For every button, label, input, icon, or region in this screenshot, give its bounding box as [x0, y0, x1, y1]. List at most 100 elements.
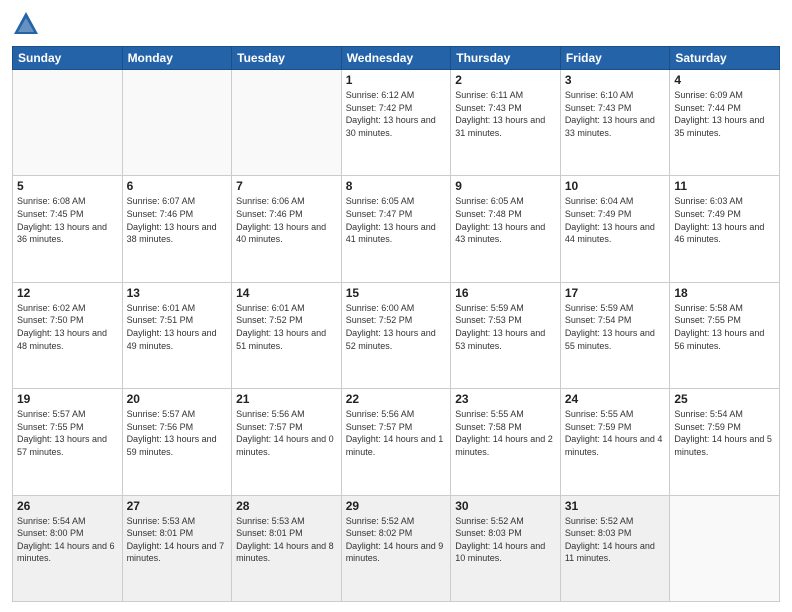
day-info: Sunrise: 5:53 AM Sunset: 8:01 PM Dayligh… — [236, 515, 337, 565]
calendar-day-cell: 8 Sunrise: 6:05 AM Sunset: 7:47 PM Daylig… — [341, 176, 451, 282]
calendar-day-cell — [122, 70, 232, 176]
day-number: 21 — [236, 392, 337, 406]
calendar-day-header: Saturday — [670, 47, 780, 70]
calendar-day-cell: 31Sunrise: 5:52 AM Sunset: 8:03 PM Dayli… — [560, 495, 670, 601]
calendar-week-row: 12Sunrise: 6:02 AM Sunset: 7:50 PM Dayli… — [13, 282, 780, 388]
day-info: Sunrise: 6:11 AM Sunset: 7:43 PM Dayligh… — [455, 89, 556, 139]
day-info: Sunrise: 6:09 AM Sunset: 7:44 PM Dayligh… — [674, 89, 775, 139]
day-info: Sunrise: 6:05 AM Sunset: 7:47 PM Dayligh… — [346, 195, 447, 245]
day-number: 27 — [127, 499, 228, 513]
calendar-day-cell: 10Sunrise: 6:04 AM Sunset: 7:49 PM Dayli… — [560, 176, 670, 282]
calendar-week-row: 1Sunrise: 6:12 AM Sunset: 7:42 PM Daylig… — [13, 70, 780, 176]
day-info: Sunrise: 6:02 AM Sunset: 7:50 PM Dayligh… — [17, 302, 118, 352]
calendar-day-cell: 2 Sunrise: 6:11 AM Sunset: 7:43 PM Daylig… — [451, 70, 561, 176]
logo-icon — [12, 10, 40, 38]
day-number: 15 — [346, 286, 447, 300]
calendar-day-cell: 15 Sunrise: 6:00 AM Sunset: 7:52 PM Dayli… — [341, 282, 451, 388]
calendar-day-cell: 1Sunrise: 6:12 AM Sunset: 7:42 PM Daylig… — [341, 70, 451, 176]
calendar-day-header: Wednesday — [341, 47, 451, 70]
day-number: 2 — [455, 73, 556, 87]
day-info: Sunrise: 6:01 AM Sunset: 7:51 PM Dayligh… — [127, 302, 228, 352]
day-info: Sunrise: 6:07 AM Sunset: 7:46 PM Dayligh… — [127, 195, 228, 245]
calendar-day-cell: 28 Sunrise: 5:53 AM Sunset: 8:01 PM Dayli… — [232, 495, 342, 601]
day-info: Sunrise: 6:10 AM Sunset: 7:43 PM Dayligh… — [565, 89, 666, 139]
day-number: 30 — [455, 499, 556, 513]
calendar-day-header: Sunday — [13, 47, 123, 70]
calendar-day-cell: 4 Sunrise: 6:09 AM Sunset: 7:44 PM Daylig… — [670, 70, 780, 176]
calendar-day-header: Thursday — [451, 47, 561, 70]
day-info: Sunrise: 6:00 AM Sunset: 7:52 PM Dayligh… — [346, 302, 447, 352]
day-info: Sunrise: 5:57 AM Sunset: 7:56 PM Dayligh… — [127, 408, 228, 458]
day-number: 24 — [565, 392, 666, 406]
logo — [12, 10, 44, 38]
calendar-day-cell: 25 Sunrise: 5:54 AM Sunset: 7:59 PM Dayli… — [670, 389, 780, 495]
day-number: 26 — [17, 499, 118, 513]
calendar-day-cell — [670, 495, 780, 601]
day-info: Sunrise: 5:54 AM Sunset: 7:59 PM Dayligh… — [674, 408, 775, 458]
day-number: 28 — [236, 499, 337, 513]
day-number: 8 — [346, 179, 447, 193]
day-number: 25 — [674, 392, 775, 406]
day-number: 19 — [17, 392, 118, 406]
day-info: Sunrise: 5:52 AM Sunset: 8:02 PM Dayligh… — [346, 515, 447, 565]
day-number: 6 — [127, 179, 228, 193]
day-number: 14 — [236, 286, 337, 300]
calendar-day-cell: 19Sunrise: 5:57 AM Sunset: 7:55 PM Dayli… — [13, 389, 123, 495]
calendar-day-cell: 23Sunrise: 5:55 AM Sunset: 7:58 PM Dayli… — [451, 389, 561, 495]
day-number: 11 — [674, 179, 775, 193]
day-number: 5 — [17, 179, 118, 193]
calendar-day-cell: 22 Sunrise: 5:56 AM Sunset: 7:57 PM Dayli… — [341, 389, 451, 495]
calendar-day-header: Monday — [122, 47, 232, 70]
day-info: Sunrise: 5:59 AM Sunset: 7:54 PM Dayligh… — [565, 302, 666, 352]
day-info: Sunrise: 6:03 AM Sunset: 7:49 PM Dayligh… — [674, 195, 775, 245]
day-info: Sunrise: 5:53 AM Sunset: 8:01 PM Dayligh… — [127, 515, 228, 565]
calendar-day-cell: 21 Sunrise: 5:56 AM Sunset: 7:57 PM Dayli… — [232, 389, 342, 495]
calendar-day-cell — [13, 70, 123, 176]
day-info: Sunrise: 5:56 AM Sunset: 7:57 PM Dayligh… — [346, 408, 447, 458]
header — [12, 10, 780, 38]
calendar-header-row: SundayMondayTuesdayWednesdayThursdayFrid… — [13, 47, 780, 70]
calendar-day-cell — [232, 70, 342, 176]
day-info: Sunrise: 6:06 AM Sunset: 7:46 PM Dayligh… — [236, 195, 337, 245]
day-number: 3 — [565, 73, 666, 87]
day-info: Sunrise: 5:52 AM Sunset: 8:03 PM Dayligh… — [455, 515, 556, 565]
day-info: Sunrise: 5:56 AM Sunset: 7:57 PM Dayligh… — [236, 408, 337, 458]
day-number: 1 — [346, 73, 447, 87]
day-info: Sunrise: 5:55 AM Sunset: 7:58 PM Dayligh… — [455, 408, 556, 458]
calendar-day-cell: 29Sunrise: 5:52 AM Sunset: 8:02 PM Dayli… — [341, 495, 451, 601]
day-info: Sunrise: 5:54 AM Sunset: 8:00 PM Dayligh… — [17, 515, 118, 565]
day-info: Sunrise: 6:01 AM Sunset: 7:52 PM Dayligh… — [236, 302, 337, 352]
day-info: Sunrise: 6:08 AM Sunset: 7:45 PM Dayligh… — [17, 195, 118, 245]
calendar-day-cell: 17 Sunrise: 5:59 AM Sunset: 7:54 PM Dayli… — [560, 282, 670, 388]
calendar-day-cell: 24Sunrise: 5:55 AM Sunset: 7:59 PM Dayli… — [560, 389, 670, 495]
day-info: Sunrise: 6:05 AM Sunset: 7:48 PM Dayligh… — [455, 195, 556, 245]
day-number: 22 — [346, 392, 447, 406]
day-number: 9 — [455, 179, 556, 193]
day-info: Sunrise: 6:04 AM Sunset: 7:49 PM Dayligh… — [565, 195, 666, 245]
calendar-day-cell: 6 Sunrise: 6:07 AM Sunset: 7:46 PM Daylig… — [122, 176, 232, 282]
calendar-day-cell: 7 Sunrise: 6:06 AM Sunset: 7:46 PM Daylig… — [232, 176, 342, 282]
calendar-day-cell: 27 Sunrise: 5:53 AM Sunset: 8:01 PM Dayli… — [122, 495, 232, 601]
day-number: 17 — [565, 286, 666, 300]
day-number: 18 — [674, 286, 775, 300]
day-info: Sunrise: 5:58 AM Sunset: 7:55 PM Dayligh… — [674, 302, 775, 352]
calendar-week-row: 26 Sunrise: 5:54 AM Sunset: 8:00 PM Dayli… — [13, 495, 780, 601]
calendar-day-cell: 11 Sunrise: 6:03 AM Sunset: 7:49 PM Dayli… — [670, 176, 780, 282]
calendar-day-cell: 14 Sunrise: 6:01 AM Sunset: 7:52 PM Dayli… — [232, 282, 342, 388]
calendar-day-cell: 9 Sunrise: 6:05 AM Sunset: 7:48 PM Daylig… — [451, 176, 561, 282]
calendar-day-cell: 20Sunrise: 5:57 AM Sunset: 7:56 PM Dayli… — [122, 389, 232, 495]
calendar-day-cell: 3 Sunrise: 6:10 AM Sunset: 7:43 PM Daylig… — [560, 70, 670, 176]
day-info: Sunrise: 5:59 AM Sunset: 7:53 PM Dayligh… — [455, 302, 556, 352]
day-number: 16 — [455, 286, 556, 300]
calendar-week-row: 19Sunrise: 5:57 AM Sunset: 7:55 PM Dayli… — [13, 389, 780, 495]
calendar-day-header: Tuesday — [232, 47, 342, 70]
day-number: 4 — [674, 73, 775, 87]
calendar-week-row: 5 Sunrise: 6:08 AM Sunset: 7:45 PM Daylig… — [13, 176, 780, 282]
day-number: 7 — [236, 179, 337, 193]
calendar-day-cell: 30 Sunrise: 5:52 AM Sunset: 8:03 PM Dayli… — [451, 495, 561, 601]
calendar-day-cell: 26 Sunrise: 5:54 AM Sunset: 8:00 PM Dayli… — [13, 495, 123, 601]
calendar-table: SundayMondayTuesdayWednesdayThursdayFrid… — [12, 46, 780, 602]
page: SundayMondayTuesdayWednesdayThursdayFrid… — [0, 0, 792, 612]
day-number: 13 — [127, 286, 228, 300]
calendar-day-cell: 18 Sunrise: 5:58 AM Sunset: 7:55 PM Dayli… — [670, 282, 780, 388]
